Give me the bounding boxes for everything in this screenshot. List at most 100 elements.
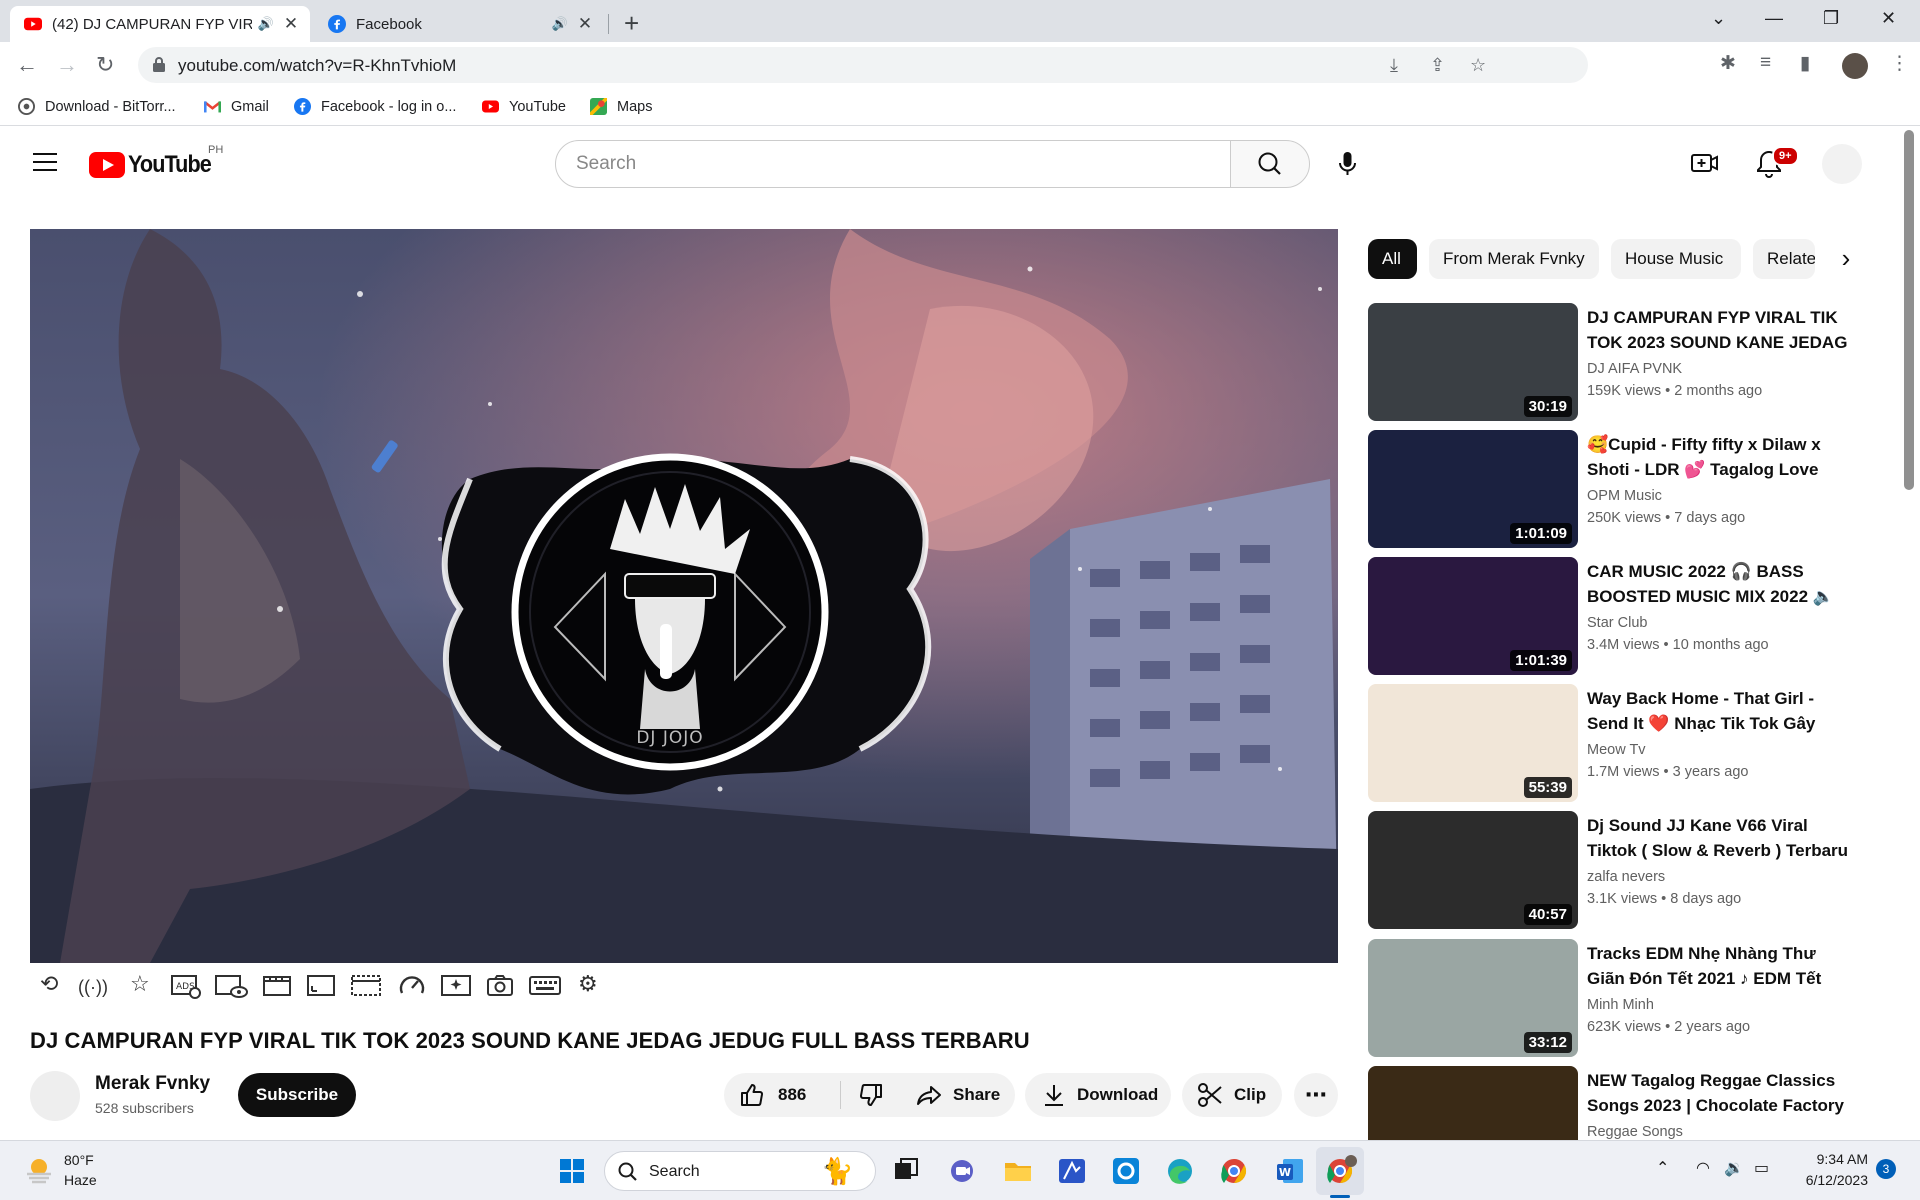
- weather-haze-icon[interactable]: [24, 1154, 54, 1184]
- recommendation-title[interactable]: Tracks EDM Nhẹ Nhàng Thư Giãn Đón Tết 20…: [1587, 941, 1849, 991]
- file-explorer-icon[interactable]: [998, 1151, 1038, 1191]
- recommendation-channel[interactable]: Minh Minh: [1587, 997, 1654, 1013]
- browser-tab-youtube[interactable]: (42) DJ CAMPURAN FYP VIRAL TIK TOK 2023 …: [10, 6, 310, 42]
- menu-icon[interactable]: [33, 153, 57, 171]
- screenshot-camera-icon[interactable]: [486, 972, 514, 998]
- clock-time[interactable]: 9:34 AM: [1798, 1151, 1868, 1167]
- enhance-icon[interactable]: [440, 973, 472, 997]
- chip-related[interactable]: Related: [1753, 239, 1815, 279]
- minimize-icon[interactable]: —: [1765, 8, 1783, 29]
- extension-settings-gear-icon[interactable]: ⚙: [578, 972, 598, 996]
- youtube-logo[interactable]: YouTube: [89, 151, 220, 179]
- extensions-icon[interactable]: ✱: [1720, 52, 1736, 75]
- recommendation-item[interactable]: 1:01:09 🥰Cupid - Fifty fifty x Dilaw x Sh…: [1368, 430, 1868, 550]
- taskbar-search[interactable]: Search 🐈: [604, 1151, 876, 1191]
- loop-icon[interactable]: ⟲: [40, 972, 58, 996]
- mini-player-icon[interactable]: [350, 973, 382, 997]
- recommendation-title[interactable]: NEW Tagalog Reggae Classics Songs 2023 |…: [1587, 1068, 1849, 1118]
- chip-all[interactable]: All: [1368, 239, 1417, 279]
- video-player[interactable]: DJ JOJO: [30, 229, 1338, 963]
- bookmark-facebook[interactable]: Facebook - log in o...: [294, 98, 456, 115]
- recommendation-title[interactable]: Way Back Home - That Girl - Send It ❤️ N…: [1587, 686, 1849, 736]
- create-video-icon[interactable]: [1690, 148, 1720, 178]
- chrome-menu-icon[interactable]: ⋮: [1890, 52, 1909, 75]
- recommendation-channel[interactable]: zalfa nevers: [1587, 869, 1665, 885]
- recommendation-title[interactable]: 🥰Cupid - Fifty fifty x Dilaw x Shoti - L…: [1587, 432, 1849, 482]
- profile-avatar[interactable]: [1842, 53, 1868, 79]
- bookmark-gmail[interactable]: Gmail: [204, 98, 269, 115]
- new-tab-icon[interactable]: +: [624, 8, 639, 39]
- account-avatar[interactable]: [1822, 144, 1862, 184]
- recommendation-item[interactable]: 33:12 Tracks EDM Nhẹ Nhàng Thư Giãn Đón T…: [1368, 939, 1868, 1059]
- search-box[interactable]: [555, 140, 1231, 188]
- affinity-app-icon[interactable]: [1052, 1151, 1092, 1191]
- share-page-icon[interactable]: ⇪: [1430, 55, 1445, 76]
- page-scrollbar[interactable]: [1904, 130, 1914, 490]
- tab-audio-icon[interactable]: 🔊: [258, 16, 274, 32]
- edge-browser-icon[interactable]: [1160, 1151, 1200, 1191]
- search-button[interactable]: [1230, 140, 1310, 188]
- recommendation-channel[interactable]: Meow Tv: [1587, 742, 1646, 758]
- favorite-star-icon[interactable]: ☆: [130, 972, 150, 996]
- recommendation-title[interactable]: DJ CAMPURAN FYP VIRAL TIK TOK 2023 SOUND…: [1587, 305, 1849, 355]
- fullscreen-window-icon[interactable]: [306, 973, 336, 997]
- recommendation-channel[interactable]: OPM Music: [1587, 488, 1662, 504]
- side-panel-icon[interactable]: ▮: [1800, 52, 1810, 75]
- chip-house-music[interactable]: House Music: [1611, 239, 1741, 279]
- clip-button[interactable]: Clip: [1182, 1073, 1282, 1117]
- browser-tab-facebook[interactable]: Facebook 🔊 ✕: [314, 6, 604, 42]
- ad-block-icon[interactable]: ADS: [170, 973, 202, 999]
- teams-chat-icon[interactable]: [942, 1151, 982, 1191]
- word-icon[interactable]: W: [1270, 1151, 1310, 1191]
- audio-mode-icon[interactable]: ((·)): [78, 975, 108, 999]
- tab-close-icon[interactable]: ✕: [280, 14, 302, 34]
- notification-center-badge[interactable]: 3: [1876, 1159, 1896, 1179]
- cortana-app-icon[interactable]: [1106, 1151, 1146, 1191]
- recommendation-channel[interactable]: Star Club: [1587, 615, 1647, 631]
- recommendation-title[interactable]: CAR MUSIC 2022 🎧 BASS BOOSTED MUSIC MIX …: [1587, 559, 1849, 609]
- keyboard-shortcuts-icon[interactable]: [528, 973, 562, 997]
- recommendation-item[interactable]: 40:57 Dj Sound JJ Kane V66 Viral Tiktok (…: [1368, 811, 1868, 931]
- playback-speed-icon[interactable]: [398, 973, 426, 999]
- battery-icon[interactable]: ▭: [1754, 1158, 1769, 1178]
- hide-views-icon[interactable]: [214, 973, 250, 999]
- recommendation-item[interactable]: 30:19 DJ CAMPURAN FYP VIRAL TIK TOK 2023 …: [1368, 303, 1868, 423]
- install-app-icon[interactable]: ⤓: [1390, 55, 1398, 76]
- clock-date[interactable]: 6/12/2023: [1788, 1172, 1868, 1188]
- maximize-icon[interactable]: ❐: [1823, 8, 1839, 29]
- reload-icon[interactable]: ↻: [96, 52, 114, 78]
- task-view-icon[interactable]: [886, 1151, 926, 1191]
- wifi-icon[interactable]: ◠: [1696, 1158, 1710, 1178]
- recommendation-channel[interactable]: Reggae Songs: [1587, 1124, 1683, 1140]
- chip-from-channel[interactable]: From Merak Fvnky: [1429, 239, 1599, 279]
- bookmark-youtube[interactable]: YouTube: [482, 98, 566, 115]
- bookmark-star-icon[interactable]: ☆: [1470, 55, 1486, 76]
- dislike-button[interactable]: [841, 1073, 885, 1117]
- recommendation-channel[interactable]: DJ AIFA PVNK: [1587, 361, 1682, 377]
- chrome-active-icon[interactable]: [1320, 1151, 1360, 1191]
- bookmark-bittorrent[interactable]: Download - BitTorr...: [18, 98, 176, 115]
- like-button[interactable]: 886: [724, 1073, 824, 1117]
- voice-search-button[interactable]: [1324, 140, 1372, 188]
- search-input[interactable]: [576, 141, 1216, 187]
- tab-audio-icon[interactable]: 🔊: [552, 16, 568, 32]
- recommendation-title[interactable]: Dj Sound JJ Kane V66 Viral Tiktok ( Slow…: [1587, 813, 1849, 863]
- more-actions-button[interactable]: ⋯: [1294, 1073, 1338, 1117]
- share-button[interactable]: Share: [899, 1073, 1015, 1117]
- chevron-right-icon[interactable]: ›: [1826, 240, 1866, 280]
- subscribe-button[interactable]: Subscribe: [238, 1073, 356, 1117]
- windows-start-icon[interactable]: [552, 1151, 592, 1191]
- channel-name[interactable]: Merak Fvnky: [95, 1073, 210, 1095]
- tab-close-icon[interactable]: ✕: [574, 14, 596, 34]
- download-button[interactable]: Download: [1025, 1073, 1171, 1117]
- show-hidden-icons-chevron-icon[interactable]: ⌃: [1656, 1158, 1669, 1178]
- recommendation-item[interactable]: 1:01:39 CAR MUSIC 2022 🎧 BASS BOOSTED MUS…: [1368, 557, 1868, 677]
- recommendation-item[interactable]: 55:39 Way Back Home - That Girl - Send It…: [1368, 684, 1868, 804]
- tab-search-chevron-icon[interactable]: ⌄: [1711, 8, 1726, 29]
- volume-icon[interactable]: 🔉: [1724, 1158, 1744, 1178]
- channel-avatar[interactable]: [30, 1071, 80, 1121]
- cinema-mode-icon[interactable]: [262, 973, 292, 997]
- close-window-icon[interactable]: ✕: [1881, 8, 1896, 29]
- bookmark-maps[interactable]: Maps: [590, 98, 652, 115]
- chrome-icon[interactable]: [1214, 1151, 1254, 1191]
